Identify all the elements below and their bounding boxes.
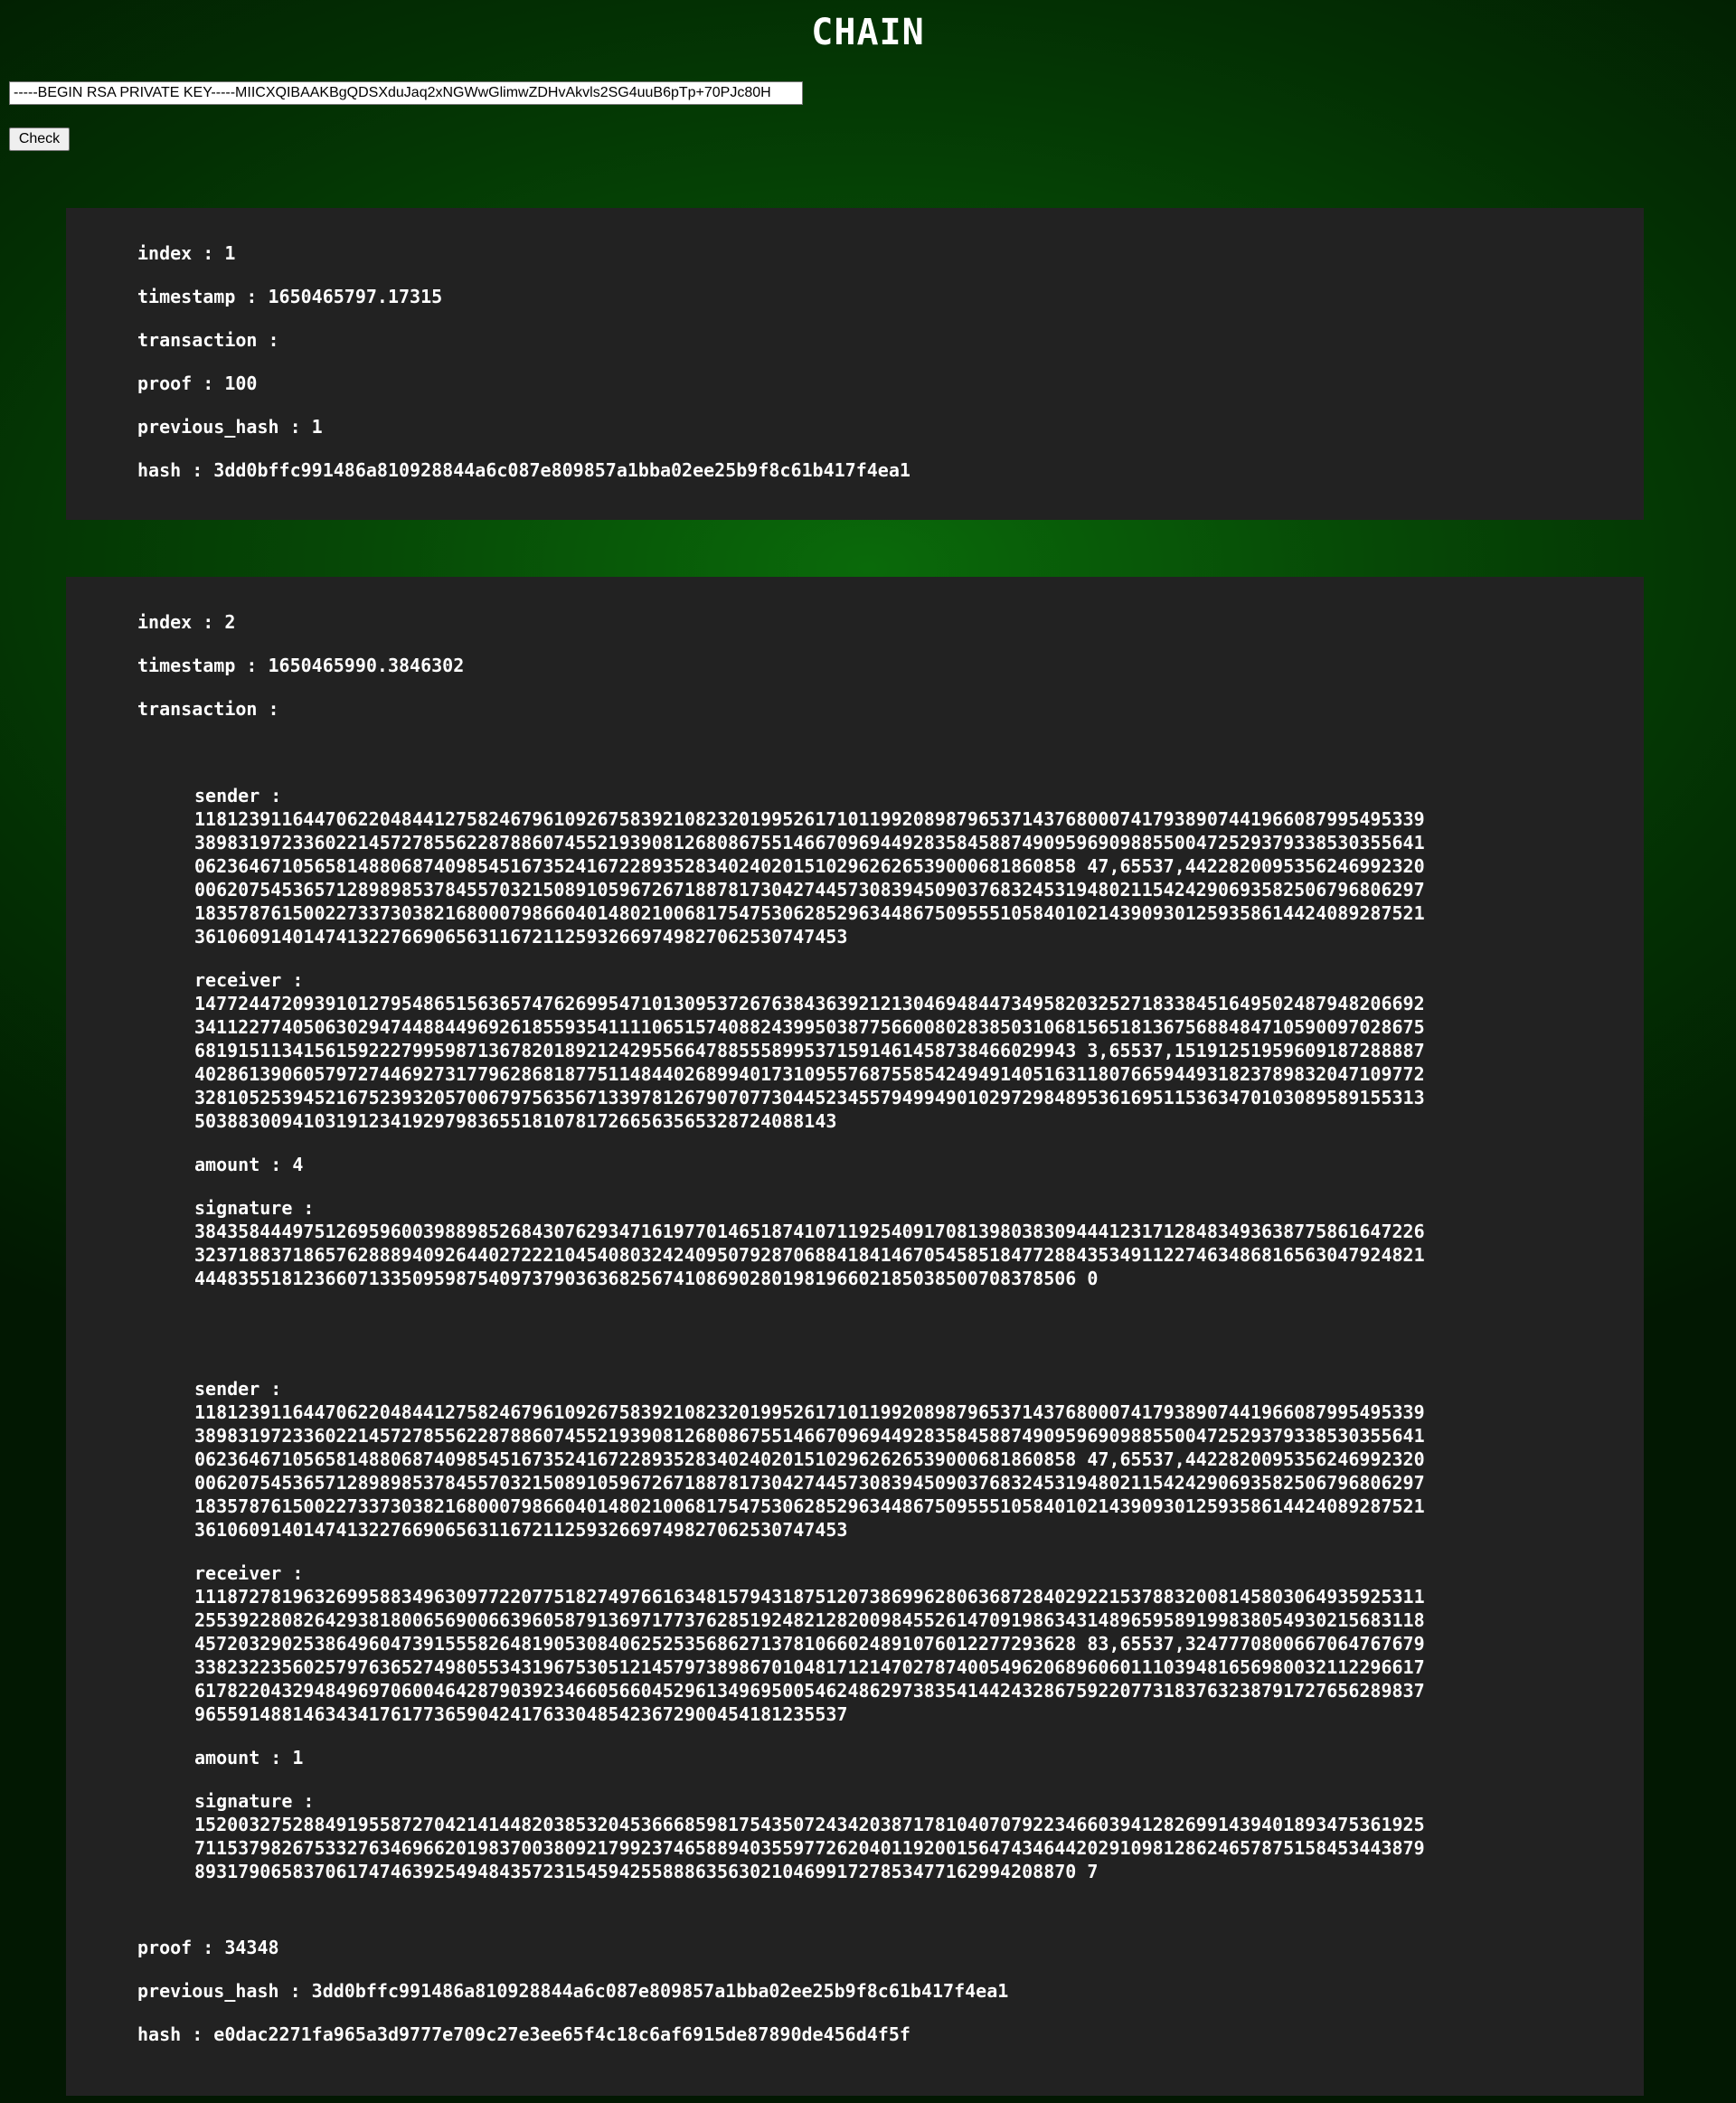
index-value: 2 <box>224 611 236 633</box>
proof-label: proof : <box>137 1937 214 1958</box>
timestamp-value: 1650465797.17315 <box>268 286 443 307</box>
block-transaction-row: transaction : <box>137 328 1644 352</box>
block-timestamp-row: timestamp : 1650465990.3846302 <box>137 654 1644 677</box>
receiver-value: 1118727819632699588349630977220775182749… <box>194 1586 1425 1725</box>
proof-label: proof : <box>137 373 214 394</box>
block-card: index : 1 timestamp : 1650465797.17315 t… <box>66 208 1644 520</box>
timestamp-value: 1650465990.3846302 <box>268 655 465 676</box>
signature-value: 3843584449751269596003988985268430762934… <box>194 1221 1425 1289</box>
amount-field: amount : 4 <box>194 1153 1644 1176</box>
sender-field: sender : 1181239116447062204844127582467… <box>194 784 1644 948</box>
amount-value: 1 <box>292 1747 304 1768</box>
block-previous-hash-row: previous_hash : 1 <box>137 415 1644 439</box>
previous-hash-value: 1 <box>311 416 323 438</box>
signature-value: 1520032752884919558727042141448203853204… <box>194 1814 1425 1882</box>
transaction-label: transaction : <box>137 329 279 351</box>
page-title: CHAIN <box>811 12 925 53</box>
block-proof-row: proof : 100 <box>137 372 1644 395</box>
index-label: index : <box>137 242 214 264</box>
amount-label: amount : <box>194 1154 282 1175</box>
timestamp-label: timestamp : <box>137 655 258 676</box>
previous-hash-value: 3dd0bffc991486a810928844a6c087e809857a1b… <box>311 1980 1009 2002</box>
sender-value: 1181239116447062204844127582467961092675… <box>194 1401 1425 1541</box>
receiver-label: receiver : <box>194 969 304 991</box>
receiver-label: receiver : <box>194 1562 304 1584</box>
signature-field: signature : 1520032752884919558727042141… <box>194 1789 1644 1883</box>
receiver-field: receiver : 11187278196326995883496309772… <box>194 1561 1644 1726</box>
timestamp-label: timestamp : <box>137 286 258 307</box>
receiver-field: receiver : 14772447209391012795486515636… <box>194 968 1644 1133</box>
proof-value: 34348 <box>224 1937 279 1958</box>
check-button[interactable]: Check <box>9 127 70 151</box>
block-transaction-row: transaction : <box>137 697 1644 721</box>
sender-field: sender : 1181239116447062204844127582467… <box>194 1377 1644 1542</box>
block-proof-row: proof : 34348 <box>137 1936 1644 1959</box>
previous-hash-label: previous_hash : <box>137 1980 301 2002</box>
hash-value: 3dd0bffc991486a810928844a6c087e809857a1b… <box>213 459 910 481</box>
transaction-item: sender : 1181239116447062204844127582467… <box>194 1377 1644 1883</box>
block-timestamp-row: timestamp : 1650465797.17315 <box>137 285 1644 308</box>
hash-label: hash : <box>137 459 203 481</box>
block-previous-hash-row: previous_hash : 3dd0bffc991486a810928844… <box>137 1979 1644 2003</box>
amount-field: amount : 1 <box>194 1746 1644 1769</box>
signature-label: signature : <box>194 1790 315 1812</box>
block-index-row: index : 2 <box>137 610 1644 634</box>
previous-hash-label: previous_hash : <box>137 416 301 438</box>
signature-label: signature : <box>194 1197 315 1219</box>
amount-label: amount : <box>194 1747 282 1768</box>
block-index-row: index : 1 <box>137 241 1644 265</box>
sender-value: 1181239116447062204844127582467961092675… <box>194 808 1425 948</box>
hash-value: e0dac2271fa965a3d9777e709c27e3ee65f4c18c… <box>213 2023 910 2045</box>
amount-value: 4 <box>292 1154 304 1175</box>
block-hash-row: hash : 3dd0bffc991486a810928844a6c087e80… <box>137 458 1644 482</box>
index-value: 1 <box>224 242 236 264</box>
proof-value: 100 <box>224 373 258 394</box>
sender-label: sender : <box>194 785 282 806</box>
transaction-item: sender : 1181239116447062204844127582467… <box>194 784 1644 1290</box>
transaction-label: transaction : <box>137 698 279 720</box>
index-label: index : <box>137 611 214 633</box>
hash-label: hash : <box>137 2023 203 2045</box>
block-card: index : 2 timestamp : 1650465990.3846302… <box>66 577 1644 2096</box>
block-hash-row: hash : e0dac2271fa965a3d9777e709c27e3ee6… <box>137 2023 1644 2046</box>
private-key-input[interactable] <box>9 81 803 105</box>
signature-field: signature : 3843584449751269596003988985… <box>194 1196 1644 1290</box>
sender-label: sender : <box>194 1378 282 1400</box>
receiver-value: 1477244720939101279548651563657476269954… <box>194 993 1425 1132</box>
